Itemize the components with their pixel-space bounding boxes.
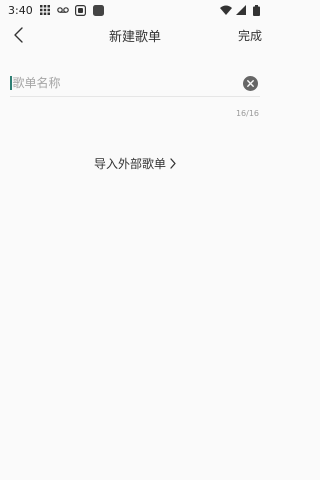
- char-count: 16/16: [235, 109, 259, 118]
- status-left: 3:40: [8, 4, 105, 17]
- square-icon: [75, 4, 87, 16]
- clear-icon: [247, 79, 254, 87]
- text-caret: [10, 76, 12, 90]
- app-bar: 新建歌单 完成: [0, 20, 270, 50]
- grid-icon: [39, 4, 51, 16]
- signal-icon: [235, 4, 247, 16]
- import-external-playlist-link[interactable]: 导入外部歌单: [0, 155, 270, 172]
- clear-button[interactable]: [243, 75, 258, 91]
- playlist-name-input[interactable]: [12, 76, 243, 90]
- voicemail-icon: [56, 4, 69, 16]
- battery-icon: [250, 4, 262, 16]
- page-title: 新建歌单: [108, 30, 161, 45]
- wifi-icon: [220, 4, 232, 16]
- done-button[interactable]: 完成: [238, 27, 262, 44]
- status-time: 3:40: [8, 3, 33, 17]
- status-bar: 3:40: [0, 0, 270, 20]
- app-icon: [93, 4, 105, 16]
- playlist-name-row: [10, 70, 260, 97]
- import-label: 导入外部歌单: [93, 157, 166, 171]
- chevron-right-icon: [170, 158, 176, 169]
- new-playlist-screen: 3:40 新建歌单 完成 歌单名称 16/16 导入外部歌单: [0, 0, 270, 480]
- status-right: [220, 4, 262, 16]
